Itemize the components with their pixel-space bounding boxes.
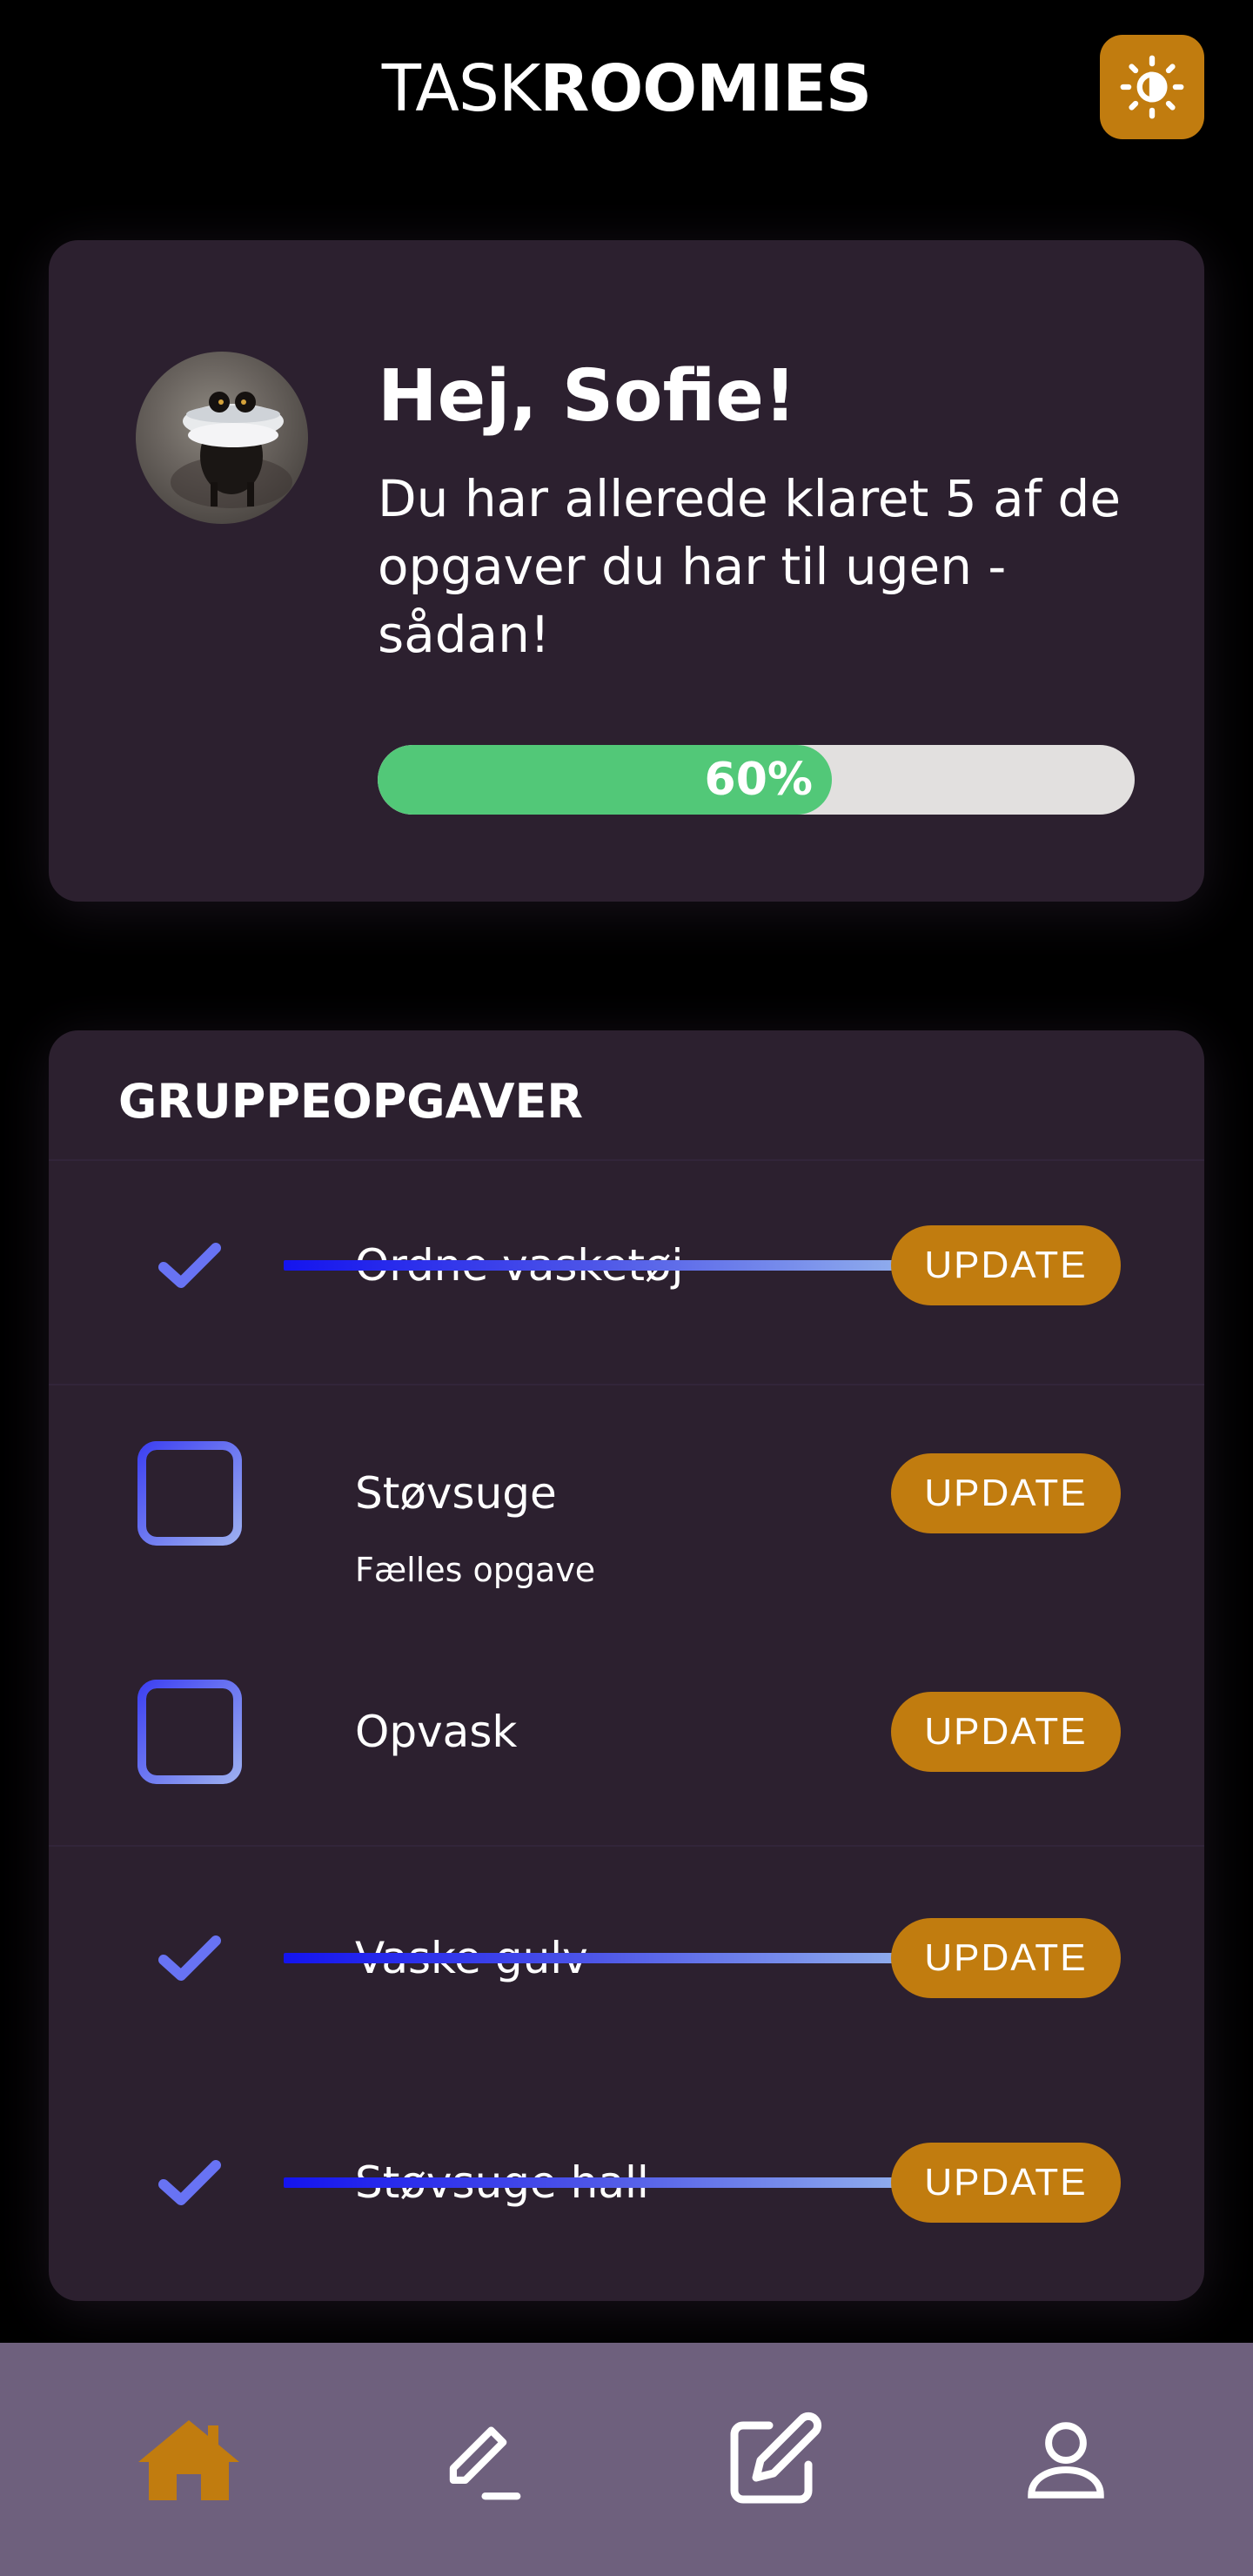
checkbox-box — [137, 1441, 242, 1546]
nav-write[interactable] — [425, 2404, 538, 2517]
task-label: Støvsuge — [355, 1468, 557, 1519]
group-tasks-heading: GRUPPEOPGAVER — [118, 1074, 583, 1129]
greeting-title: Hej, Sofie! — [378, 355, 797, 438]
user-icon — [1028, 2422, 1104, 2499]
weekly-progress-bar: 60% — [378, 745, 1135, 815]
sun-icon — [1120, 55, 1184, 119]
checkbox-box — [137, 1680, 242, 1784]
check-icon — [158, 1243, 221, 1288]
bottom-navigation — [0, 2343, 1253, 2576]
task-row: Vaske gulv UPDATE — [49, 1888, 1204, 2028]
update-button[interactable]: UPDATE — [891, 2143, 1121, 2223]
divider — [49, 1384, 1204, 1385]
progress-label: 60% — [704, 754, 813, 806]
strikethrough-line — [284, 1260, 968, 1271]
update-button[interactable]: UPDATE — [891, 1918, 1121, 1998]
strikethrough-line — [284, 1953, 968, 1963]
task-row: Opvask UPDATE — [49, 1662, 1204, 1801]
greeting-message: Du har allerede klaret 5 af de opgaver d… — [378, 469, 1121, 664]
group-tasks-card: GRUPPEOPGAVER Ordne vasketøj UPDATE Støv… — [49, 1030, 1204, 2301]
task-checkbox-checked[interactable] — [136, 2129, 244, 2237]
avatar[interactable] — [136, 352, 308, 524]
nav-profile[interactable] — [1009, 2404, 1122, 2517]
task-row: Støvsuge hall UPDATE — [49, 2113, 1204, 2252]
task-checkbox[interactable] — [136, 1439, 244, 1547]
pencil-icon — [449, 2426, 521, 2500]
edit-square-icon — [730, 2412, 822, 2504]
task-checkbox[interactable] — [136, 1678, 244, 1786]
task-checkbox-checked[interactable] — [136, 1904, 244, 2012]
greeting-card: Hej, Sofie! Du har allerede klaret 5 af … — [49, 240, 1204, 902]
strikethrough-line — [284, 2177, 968, 2188]
divider — [49, 1159, 1204, 1161]
task-label: Opvask — [355, 1707, 518, 1757]
theme-toggle-button[interactable] — [1100, 35, 1204, 139]
update-button[interactable]: UPDATE — [891, 1692, 1121, 1772]
progress-fill: 60% — [378, 745, 832, 815]
task-row: Støvsuge Fælles opgave UPDATE — [49, 1424, 1204, 1589]
app-title-part-roomies: ROOMIES — [539, 51, 872, 126]
task-row: Ordne vasketøj UPDATE — [49, 1196, 1204, 1335]
task-subtitle: Fælles opgave — [355, 1551, 596, 1589]
nav-home[interactable] — [132, 2404, 245, 2517]
update-button[interactable]: UPDATE — [891, 1225, 1121, 1305]
divider — [49, 1845, 1204, 1847]
nav-edit[interactable] — [717, 2404, 830, 2517]
app-title: TASKROOMIES — [0, 45, 1253, 132]
task-checkbox-checked[interactable] — [136, 1211, 244, 1319]
update-button[interactable]: UPDATE — [891, 1453, 1121, 1533]
app-title-part-task: TASK — [381, 51, 541, 126]
avatar-image — [171, 392, 292, 508]
check-icon — [158, 2160, 221, 2205]
check-icon — [158, 1935, 221, 1981]
home-icon — [138, 2420, 239, 2500]
